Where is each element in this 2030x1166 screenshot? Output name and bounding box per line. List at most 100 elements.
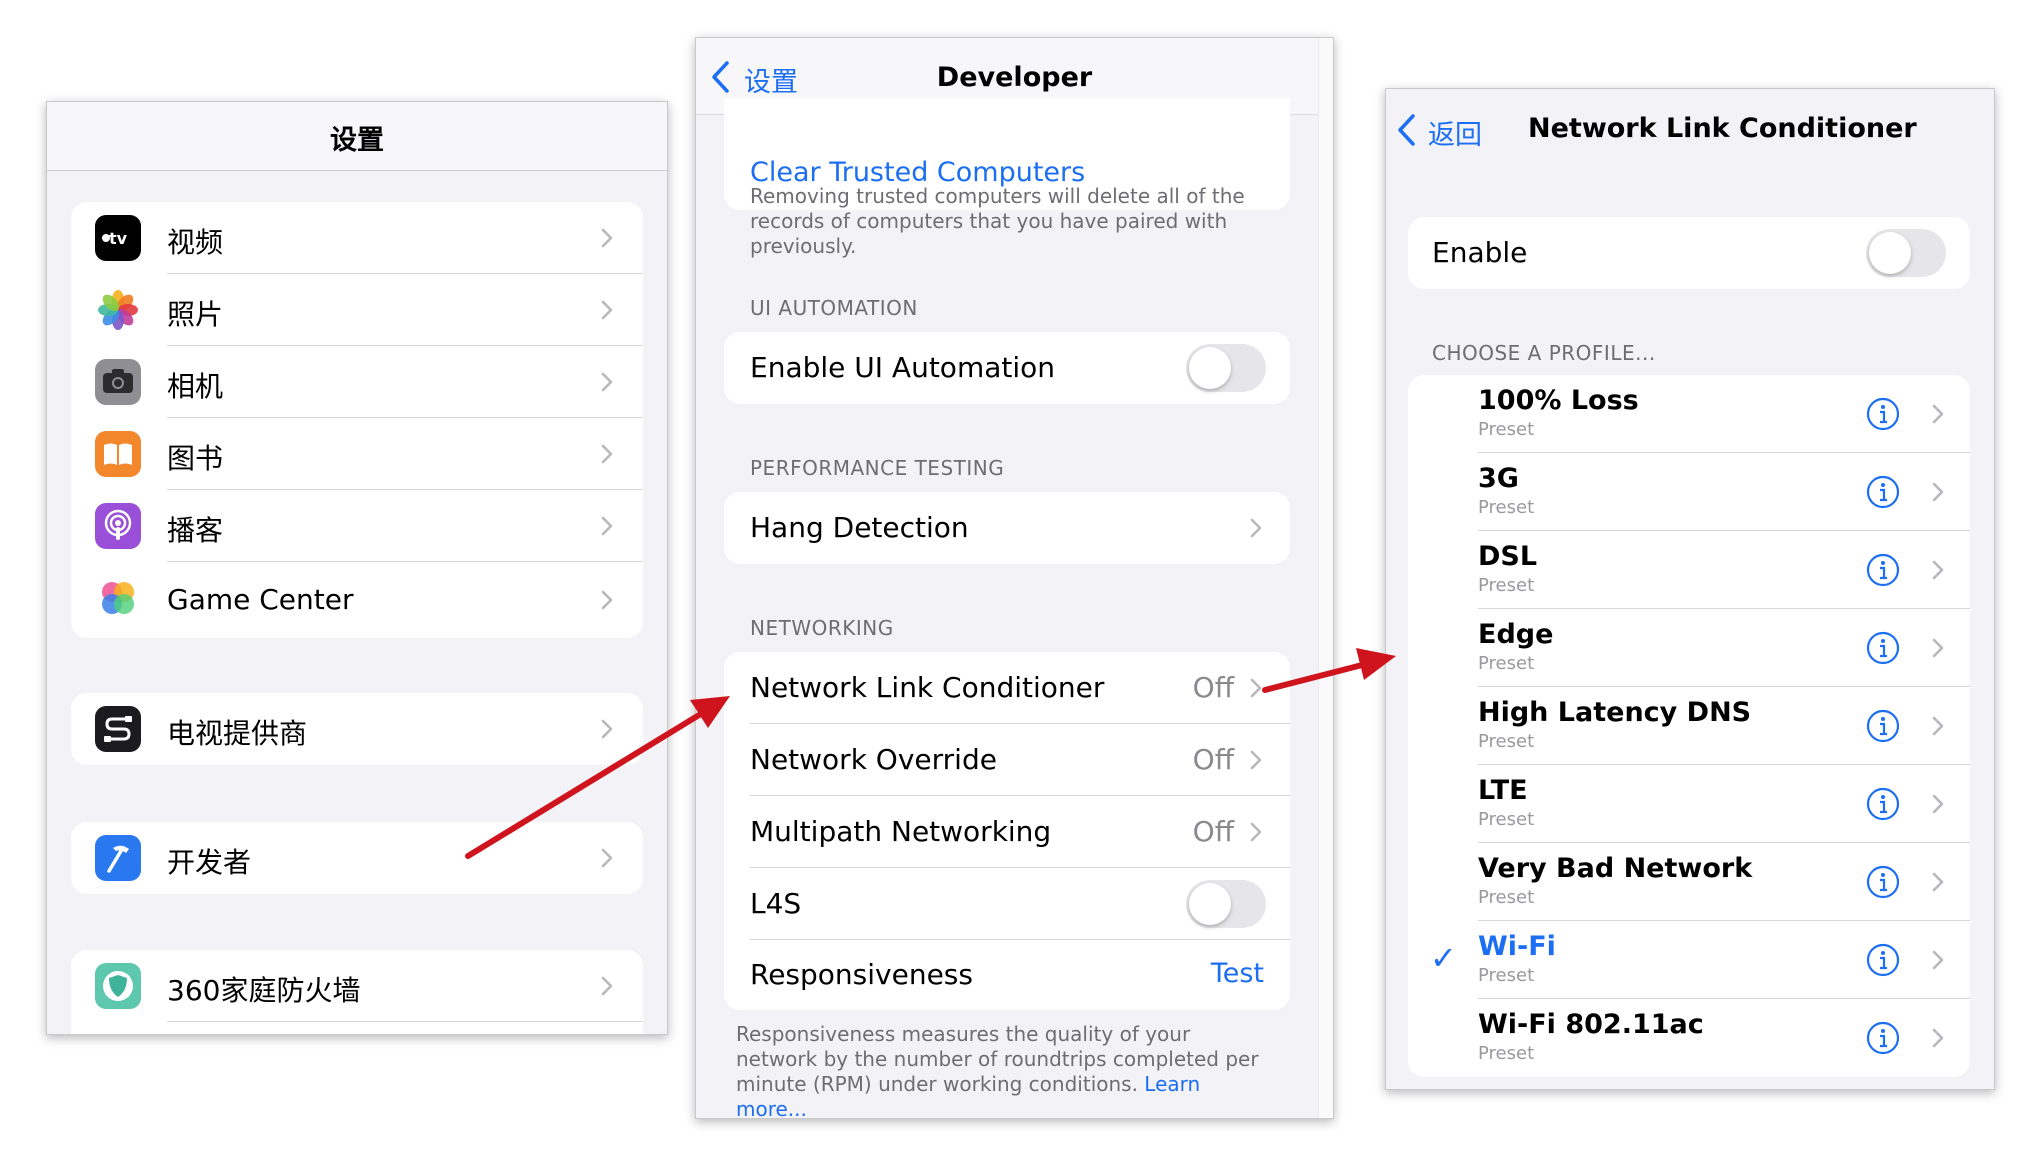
chevron-right-icon	[1926, 948, 1950, 972]
info-icon[interactable]	[1866, 475, 1900, 509]
section-header-ui-automation: UI AUTOMATION	[750, 296, 918, 320]
info-icon[interactable]	[1866, 553, 1900, 587]
network-override-value: Off	[1192, 743, 1234, 776]
chevron-left-icon	[1398, 114, 1415, 146]
settings-item-tv-provider[interactable]: 电视提供商	[71, 693, 643, 765]
settings-item-label: 照片	[167, 298, 224, 331]
chevron-right-icon	[595, 514, 619, 538]
profile-row-selected[interactable]: ✓ Wi-Fi Preset	[1408, 921, 1970, 999]
network-override-row[interactable]: Network Override Off	[724, 724, 1290, 796]
profile-name: 3G	[1478, 463, 1519, 494]
settings-item-label: 播客	[167, 514, 224, 547]
back-button[interactable]: 返回	[1396, 111, 1496, 151]
hang-detection-row[interactable]: Hang Detection	[724, 492, 1290, 564]
books-icon	[95, 431, 141, 477]
info-icon[interactable]	[1866, 943, 1900, 977]
info-icon[interactable]	[1866, 787, 1900, 821]
settings-item-developer[interactable]: 开发者	[71, 822, 643, 894]
settings-group-tv-provider: 电视提供商	[71, 693, 643, 765]
profile-name: DSL	[1478, 541, 1538, 572]
chevron-right-icon	[595, 846, 619, 870]
responsiveness-test-button[interactable]: Test	[1211, 958, 1264, 989]
developer-panel: 设置 Developer Clear Trusted Computers Rem…	[695, 37, 1334, 1119]
profile-row[interactable]: 100% Loss Preset	[1408, 375, 1970, 453]
settings-item-books[interactable]: 图书	[71, 418, 643, 490]
chevron-right-icon	[1244, 516, 1268, 540]
developer-hammer-icon	[95, 835, 141, 881]
responsiveness-footer: Responsiveness measures the quality of y…	[736, 1022, 1276, 1118]
profile-subtitle: Preset	[1478, 887, 1535, 908]
info-icon[interactable]	[1866, 865, 1900, 899]
page-title: 设置	[330, 125, 384, 156]
l4s-label: L4S	[750, 887, 802, 920]
composite-screenshot: { "settings": { "title": "设置", "group1":…	[0, 0, 2030, 1166]
profile-name: Wi-Fi	[1478, 931, 1556, 962]
info-icon[interactable]	[1866, 397, 1900, 431]
settings-item-label: 电视提供商	[167, 717, 308, 750]
tv-provider-icon	[95, 706, 141, 752]
chevron-right-icon	[1244, 820, 1268, 844]
chevron-right-icon	[595, 974, 619, 998]
chevron-right-icon	[595, 717, 619, 741]
profile-subtitle: Preset	[1478, 497, 1535, 518]
hang-detection-label: Hang Detection	[750, 511, 969, 544]
network-override-label: Network Override	[750, 743, 997, 776]
settings-navbar: 设置	[47, 102, 667, 171]
chevron-right-icon	[1926, 636, 1950, 660]
nlc-enable-toggle[interactable]	[1866, 229, 1946, 277]
profile-name: Very Bad Network	[1478, 853, 1753, 884]
settings-item-podcasts[interactable]: 播客	[71, 490, 643, 562]
profile-row[interactable]: Very Bad Network Preset	[1408, 843, 1970, 921]
multipath-networking-row[interactable]: Multipath Networking Off	[724, 796, 1290, 868]
chevron-right-icon	[595, 442, 619, 466]
chevron-right-icon	[595, 226, 619, 250]
settings-item-game-center[interactable]: Game Center	[71, 562, 643, 638]
clear-trusted-footer: Removing trusted computers will delete a…	[750, 184, 1245, 258]
page-title: Developer	[936, 62, 1093, 93]
profile-subtitle: Preset	[1478, 965, 1535, 986]
settings-panel: 设置 tv 视频 照片 相机 图书 播客 Game Center 电视提供商 开…	[46, 101, 668, 1035]
settings-item-firewall[interactable]: 360家庭防火墙	[71, 950, 643, 1022]
settings-item-label: 视频	[167, 226, 224, 259]
profile-name: High Latency DNS	[1478, 697, 1752, 728]
profile-name: LTE	[1478, 775, 1528, 806]
chevron-right-icon	[1926, 792, 1950, 816]
chevron-right-icon	[1244, 676, 1268, 700]
profile-row[interactable]: Wi-Fi 802.11ac Preset	[1408, 999, 1970, 1077]
info-icon[interactable]	[1866, 709, 1900, 743]
firewall-shield-icon	[95, 963, 141, 1009]
podcasts-icon	[95, 503, 141, 549]
info-icon[interactable]	[1866, 1021, 1900, 1055]
checkmark-icon: ✓	[1430, 939, 1457, 977]
profile-row[interactable]: LTE Preset	[1408, 765, 1970, 843]
game-center-icon	[95, 575, 141, 621]
profile-name: Wi-Fi 802.11ac	[1478, 1009, 1704, 1040]
profile-subtitle: Preset	[1478, 809, 1535, 830]
profile-subtitle: Preset	[1478, 731, 1535, 752]
network-link-conditioner-row[interactable]: Network Link Conditioner Off	[724, 652, 1290, 724]
settings-item-camera[interactable]: 相机	[71, 346, 643, 418]
chevron-right-icon	[1926, 402, 1950, 426]
toggle-knob	[1189, 883, 1231, 925]
chevron-right-icon	[595, 588, 619, 612]
settings-group-firewall: 360家庭防火墙	[71, 950, 643, 1034]
chevron-right-icon	[1926, 480, 1950, 504]
chevron-right-icon	[1926, 1026, 1950, 1050]
profile-row[interactable]: Edge Preset	[1408, 609, 1970, 687]
l4s-row: L4S	[724, 868, 1290, 940]
svg-text:tv: tv	[109, 229, 128, 248]
profile-row[interactable]: DSL Preset	[1408, 531, 1970, 609]
profile-row[interactable]: High Latency DNS Preset	[1408, 687, 1970, 765]
enable-ui-automation-toggle[interactable]	[1186, 344, 1266, 392]
l4s-toggle[interactable]	[1186, 880, 1266, 928]
settings-item-photos[interactable]: 照片	[71, 274, 643, 346]
profile-subtitle: Preset	[1478, 419, 1535, 440]
settings-item-video[interactable]: tv 视频	[71, 202, 643, 274]
settings-item-label: 图书	[167, 442, 224, 475]
chevron-right-icon	[595, 298, 619, 322]
network-link-conditioner-label: Network Link Conditioner	[750, 671, 1105, 704]
settings-group-apps: tv 视频 照片 相机 图书 播客 Game Center	[71, 202, 643, 638]
info-icon[interactable]	[1866, 631, 1900, 665]
chevron-right-icon	[1244, 748, 1268, 772]
profile-row[interactable]: 3G Preset	[1408, 453, 1970, 531]
